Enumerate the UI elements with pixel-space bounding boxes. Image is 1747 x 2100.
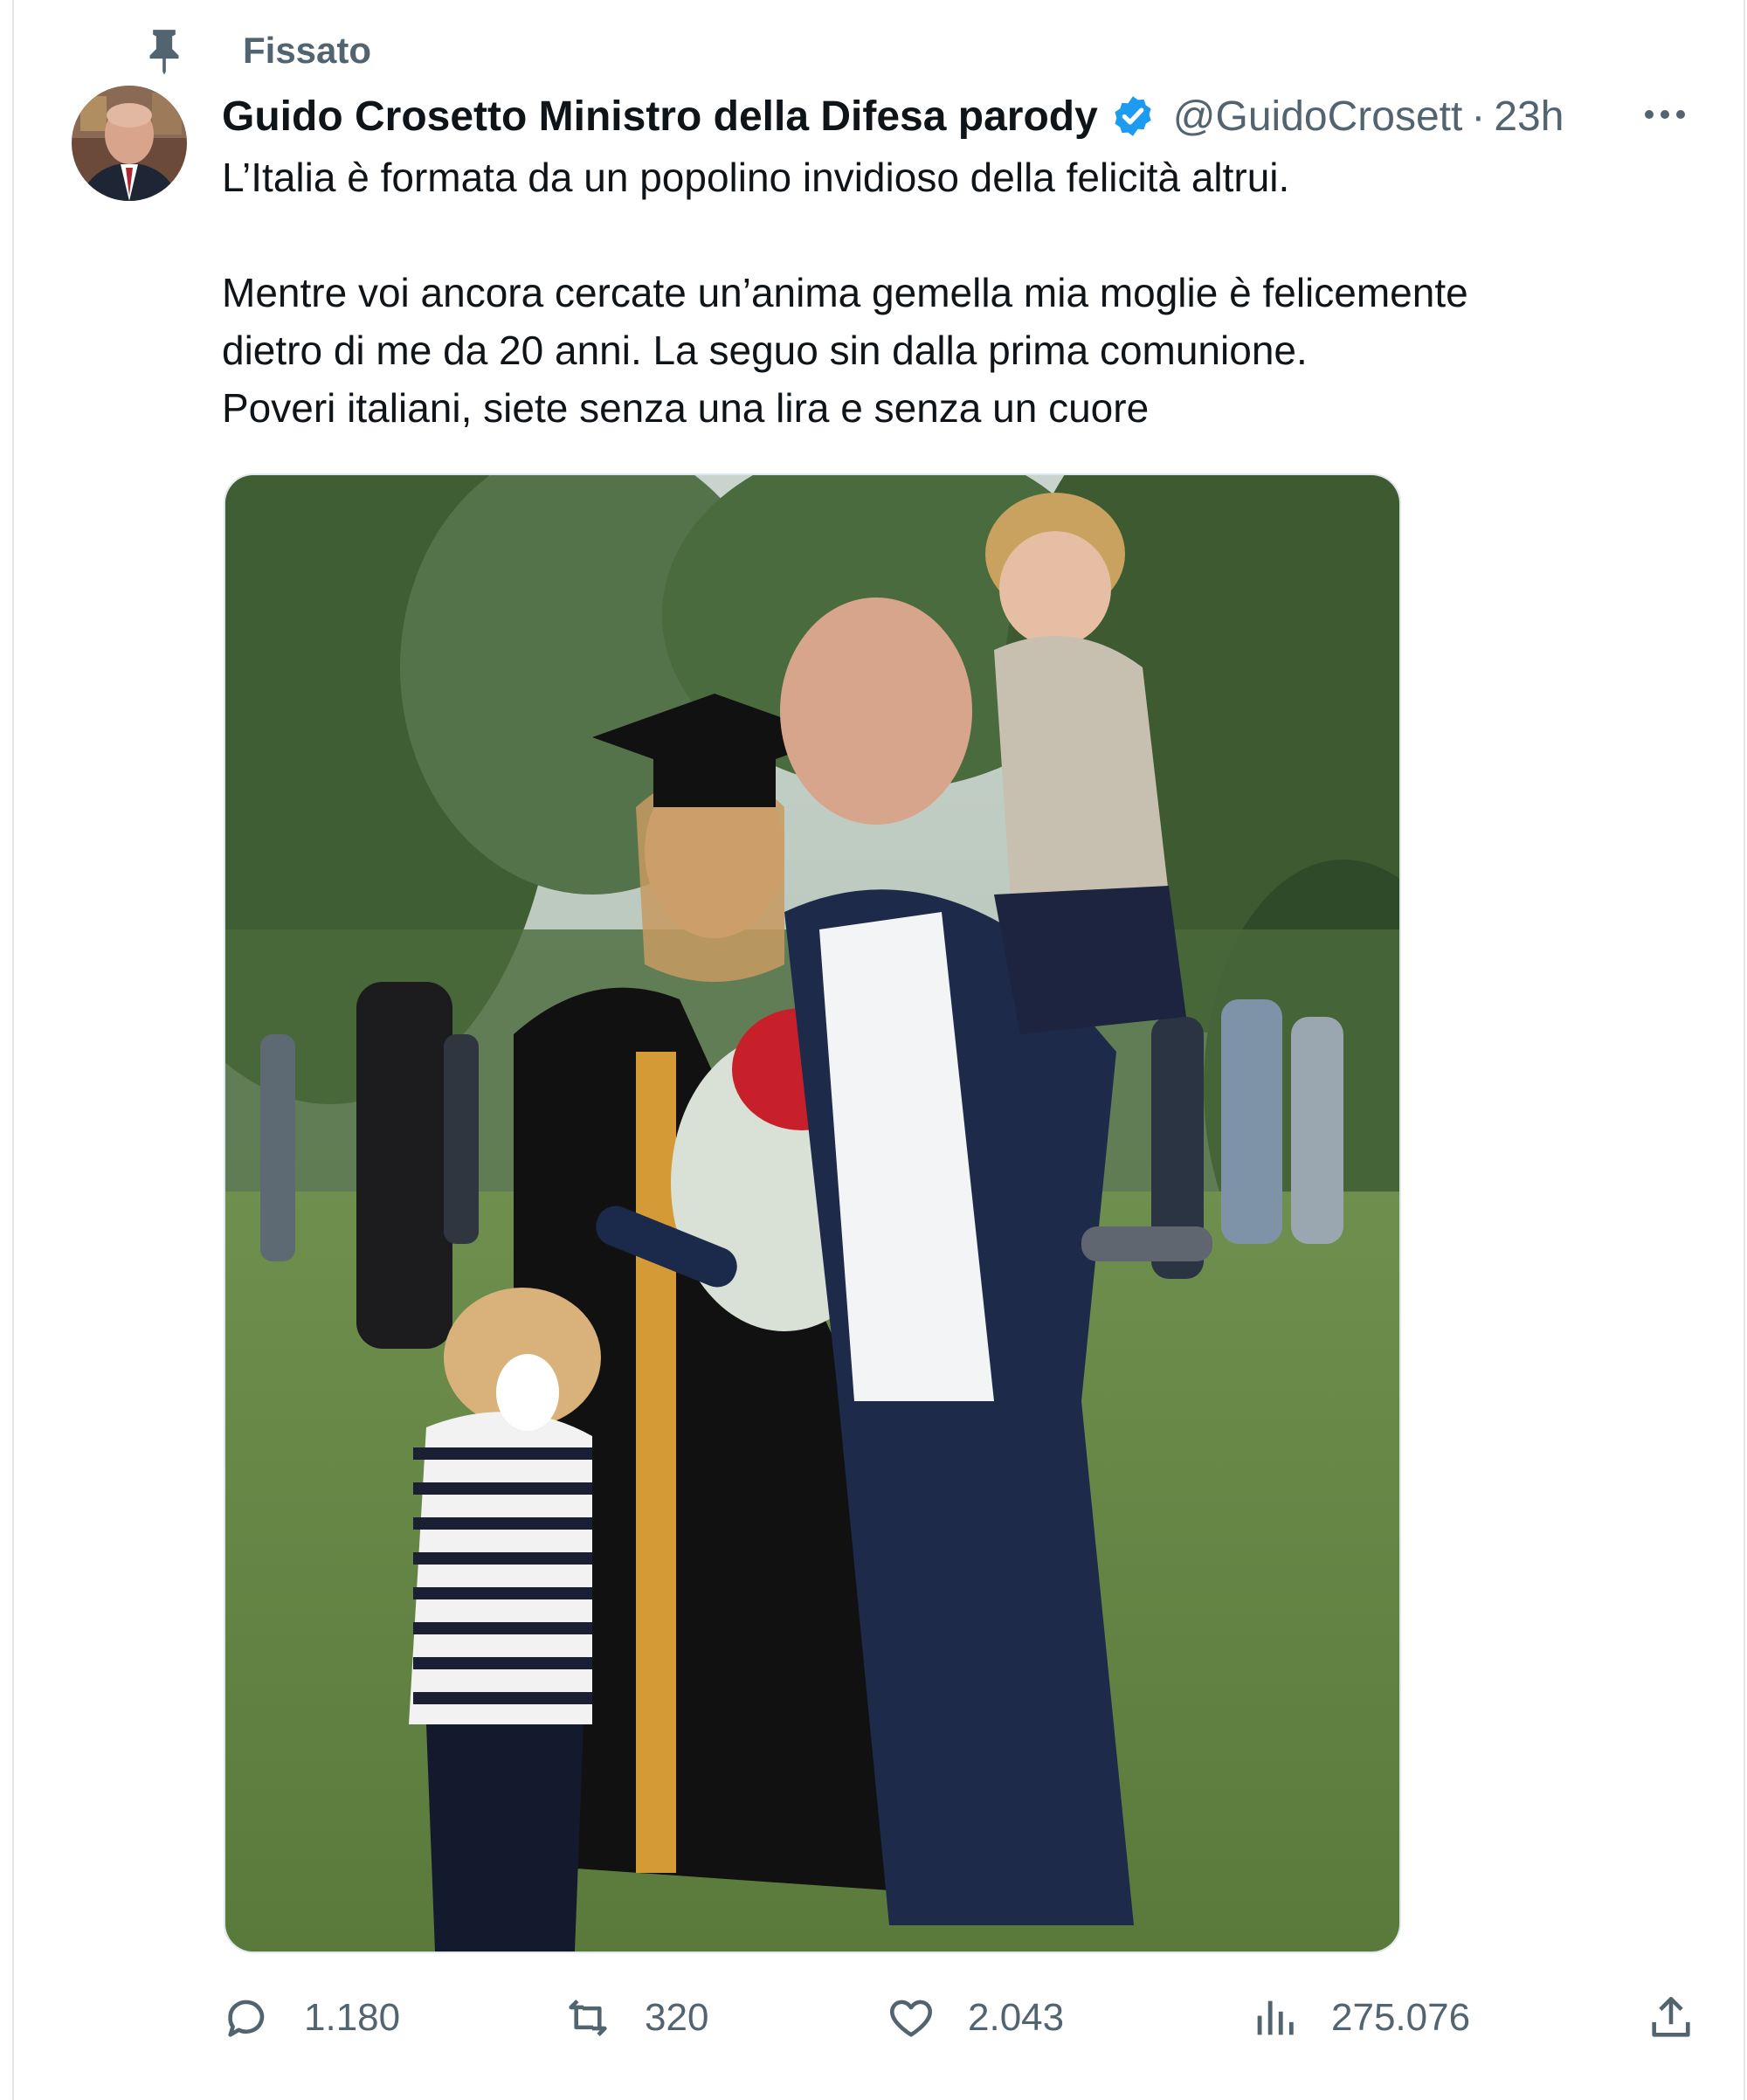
avatar-photo xyxy=(72,86,187,201)
author-display-name[interactable]: Guido Crosetto Ministro della Difesa par… xyxy=(222,93,1098,141)
tweet-text-paragraph-1: L’Italia è formata da un popolino invidi… xyxy=(222,155,1290,200)
repost-icon xyxy=(569,2000,607,2036)
timestamp[interactable]: 23h xyxy=(1494,93,1564,141)
like-button[interactable]: 2.043 xyxy=(886,1983,1064,2053)
tweet-text-paragraph-2: Mentre voi ancora cercate un’anima gemel… xyxy=(222,270,1468,431)
avatar[interactable] xyxy=(72,86,187,201)
author-handle[interactable]: @GuidoCrosett xyxy=(1173,93,1463,141)
tweet-actions: 1.180 320 2.043 275.076 xyxy=(222,1983,1707,2053)
reply-icon xyxy=(228,2000,265,2037)
repost-button[interactable]: 320 xyxy=(563,1983,708,2053)
separator-dot: · xyxy=(1471,93,1486,140)
repost-count: 320 xyxy=(645,1996,709,2039)
views-button[interactable]: 275.076 xyxy=(1249,1983,1470,2053)
views-count: 275.076 xyxy=(1331,1996,1471,2039)
pinned-label: Fissato xyxy=(243,30,372,71)
heart-icon xyxy=(889,2000,933,2037)
tweet-photo[interactable] xyxy=(224,473,1401,1953)
views-chart-icon xyxy=(1257,2000,1294,2035)
share-icon xyxy=(1652,1996,1690,2037)
pinned-indicator: Fissato xyxy=(145,24,371,77)
photo-graduation-family xyxy=(225,475,1399,1951)
verified-badge-icon[interactable] xyxy=(1110,93,1156,139)
tweet-card[interactable]: Fissato Guido Crosetto Ministro della Di… xyxy=(12,0,1745,2100)
share-button[interactable] xyxy=(1646,1983,1696,2053)
like-count: 2.043 xyxy=(968,1996,1065,2039)
tweet-text: L’Italia è formata da un popolino invidi… xyxy=(222,149,1654,437)
reply-count: 1.180 xyxy=(304,1996,401,2039)
more-options-icon[interactable] xyxy=(1639,93,1691,136)
tweet-header: Guido Crosetto Ministro della Difesa par… xyxy=(222,86,1691,147)
pin-icon xyxy=(149,30,179,75)
reply-button[interactable]: 1.180 xyxy=(222,1983,400,2053)
